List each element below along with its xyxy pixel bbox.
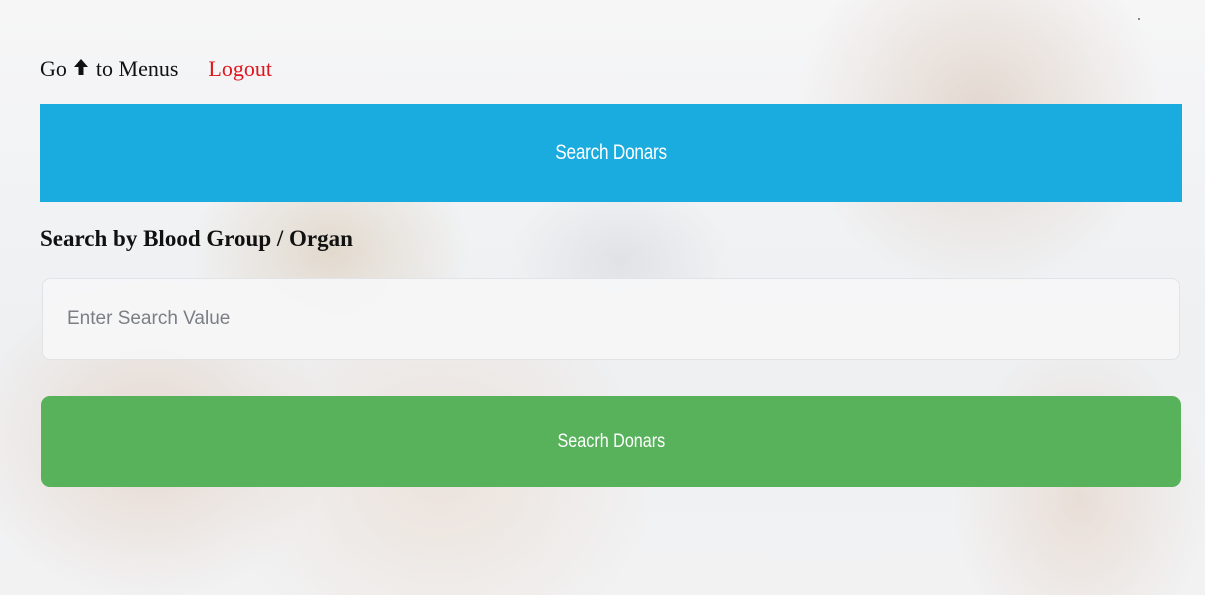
- go-text: Go: [40, 56, 67, 81]
- logout-link[interactable]: Logout: [208, 56, 272, 82]
- page-header-bar: Search Donars: [40, 104, 1182, 202]
- decorative-dot: [1138, 18, 1140, 20]
- reply-arrow-icon[interactable]: [73, 56, 89, 75]
- search-button-label: Seacrh Donars: [557, 430, 665, 452]
- go-to-menus-link[interactable]: to Menus: [96, 56, 179, 82]
- search-input[interactable]: [42, 278, 1180, 360]
- page-title: Search Donars: [555, 141, 667, 164]
- top-navigation: Go to Menus Logout: [40, 54, 272, 84]
- search-label: Search by Blood Group / Organ: [40, 226, 353, 251]
- search-donars-button[interactable]: Seacrh Donars: [41, 396, 1181, 487]
